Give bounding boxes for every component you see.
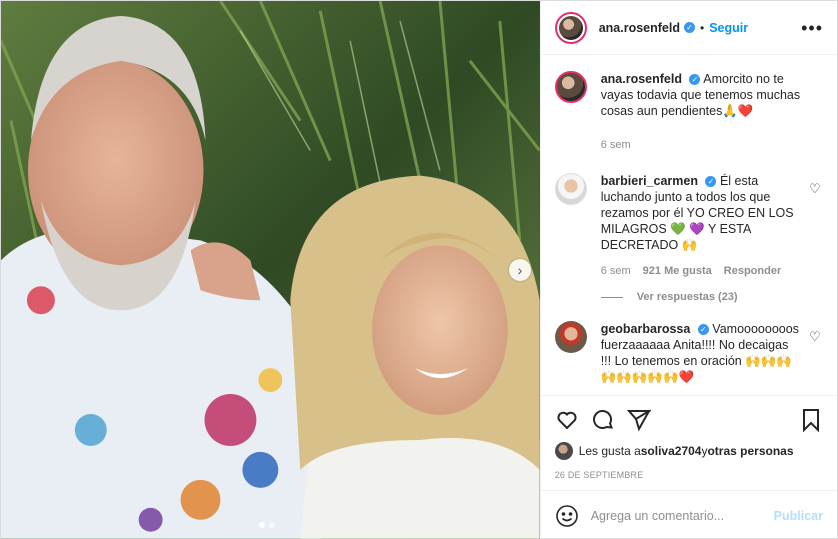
likes-summary: Les gusta a soliva2704 y otras personas (554, 442, 823, 460)
like-comment-icon[interactable]: ♡ (809, 181, 823, 196)
verified-badge-icon: ✓ (683, 22, 695, 33)
post-header: ana.rosenfeld ✓ • Seguir ••• (540, 1, 837, 55)
likes-prefix: Les gusta a (578, 444, 641, 458)
add-comment-bar: Agrega un comentario... Publicar (540, 490, 837, 539)
verified-badge-icon: ✓ (705, 176, 717, 188)
share-icon[interactable] (626, 408, 651, 432)
avatar[interactable] (554, 71, 587, 103)
author-username[interactable]: ana.rosenfeld (599, 21, 680, 35)
post-date[interactable]: 26 DE SEPTIEMBRE (555, 470, 823, 480)
verified-badge-icon: ✓ (689, 74, 701, 86)
verified-badge-icon: ✓ (697, 324, 709, 336)
view-replies-button[interactable]: Ver respuestas (23) (600, 291, 823, 303)
carousel-dot (269, 522, 275, 528)
reply-button[interactable]: Responder (724, 263, 781, 279)
post-media[interactable]: › (1, 1, 540, 539)
likes-others[interactable]: otras personas (707, 444, 793, 458)
post-photo (1, 1, 540, 539)
follow-button[interactable]: Seguir (709, 21, 748, 35)
instagram-post: › ana.rosenfeld ✓ • Seguir ••• ana.rosen… (0, 0, 838, 539)
comment-username[interactable]: barbieri_carmen (601, 174, 698, 188)
comment-item: barbieri_carmen ✓ Él esta luchando junto… (554, 173, 823, 279)
like-comment-icon[interactable]: ♡ (809, 329, 823, 344)
avatar[interactable] (554, 173, 587, 205)
emoji-icon[interactable] (555, 504, 579, 528)
heart-icon[interactable] (555, 408, 579, 432)
chevron-right-icon: › (517, 262, 523, 278)
comment-icon[interactable] (591, 408, 615, 432)
author-avatar[interactable] (554, 11, 587, 44)
next-slide-button[interactable]: › (509, 259, 531, 281)
comment-input[interactable]: Agrega un comentario... (591, 509, 774, 523)
carousel-dot (259, 522, 265, 528)
comment-likes[interactable]: 921 Me gusta (643, 263, 712, 279)
more-options-icon[interactable]: ••• (801, 19, 823, 37)
header-separator: • (699, 20, 705, 35)
comment-time[interactable]: 6 sem (601, 263, 631, 279)
caption-time[interactable]: 6 sem (601, 137, 631, 153)
carousel-indicator (259, 522, 275, 528)
publish-button[interactable]: Publicar (774, 509, 823, 523)
replies-divider (600, 296, 623, 298)
caption: ana.rosenfeld ✓ Amorcito no te vayas tod… (554, 71, 823, 153)
post-side-panel: ana.rosenfeld ✓ • Seguir ••• ana.rosenfe… (539, 1, 837, 539)
caption-username[interactable]: ana.rosenfeld (601, 72, 682, 86)
avatar[interactable] (554, 321, 587, 353)
comment-item: geobarbarossa ✓ Vamoooooooos fuerzaaaaaa… (554, 321, 823, 385)
view-replies-label: Ver respuestas (23) (636, 291, 738, 303)
avatar[interactable] (554, 442, 573, 460)
likes-user[interactable]: soliva2704 (641, 444, 702, 458)
comments-list[interactable]: ana.rosenfeld ✓ Amorcito no te vayas tod… (541, 55, 837, 395)
comment-username[interactable]: geobarbarossa (601, 322, 691, 336)
post-actions: Les gusta a soliva2704 y otras personas … (540, 395, 837, 490)
bookmark-icon[interactable] (799, 408, 823, 432)
